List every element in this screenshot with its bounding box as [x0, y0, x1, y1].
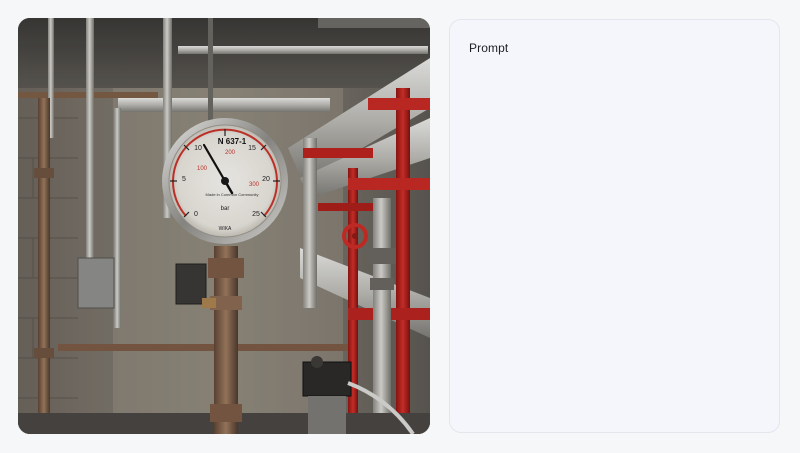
page: 0 5 10 15 20 25 100 200 300 N 637-1 Made… — [0, 0, 800, 453]
prompt-title: Prompt — [469, 41, 509, 55]
pipe-room-photo: 0 5 10 15 20 25 100 200 300 N 637-1 Made… — [18, 18, 430, 434]
prompt-panel: Prompt — [449, 19, 780, 433]
generated-image[interactable]: 0 5 10 15 20 25 100 200 300 N 637-1 Made… — [18, 18, 430, 434]
prompt-text — [469, 66, 760, 413]
